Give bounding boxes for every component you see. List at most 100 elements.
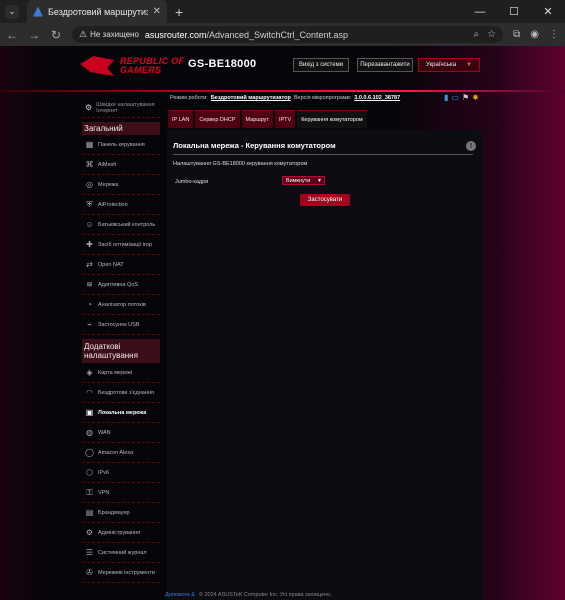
tools-icon: ✇ xyxy=(86,568,93,577)
language-label: Українська xyxy=(426,62,457,68)
sidebar-item-admin[interactable]: ⚙ Адміністрування xyxy=(82,523,160,543)
nat-icon: ⇄ xyxy=(86,260,93,269)
sidebar-item-shield[interactable]: ⛨ AiProtection xyxy=(82,195,160,215)
sidebar-item-ipv6[interactable]: ⬡ IPv6 xyxy=(82,463,160,483)
url-input[interactable]: ⚠ Не захищено asusrouter.com/Advanced_Sw… xyxy=(72,26,504,43)
sidebar-item-label: Карта мережі xyxy=(98,369,133,376)
usb-status-icon[interactable]: ▮ xyxy=(444,93,448,102)
sidebar-item-qos[interactable]: ≋ Адаптивна QoS xyxy=(82,275,160,295)
sidebar-item-tools[interactable]: ✇ Мережеві інструменти xyxy=(82,563,160,583)
menu-icon[interactable]: ⋮ xyxy=(549,29,559,40)
rog-logo[interactable]: REPUBLIC OF GAMERS xyxy=(80,56,184,76)
window-close-icon[interactable]: ✕ xyxy=(531,0,565,23)
sidebar-item-map[interactable]: ◈ Карта мережі xyxy=(82,363,160,383)
browser-titlebar: ⌄ Бездротовий маршрутизатор ✕ + — ☐ ✕ xyxy=(0,0,565,23)
help-icon[interactable]: ! xyxy=(466,141,476,151)
minimize-icon[interactable]: — xyxy=(463,0,497,23)
browser-tab[interactable]: Бездротовий маршрутизатор ✕ xyxy=(27,0,167,23)
brand-line2: GAMERS xyxy=(120,65,162,75)
security-indicator[interactable]: ⚠ Не захищено xyxy=(79,29,139,40)
close-tab-icon[interactable]: ✕ xyxy=(153,6,161,17)
copyright: © 2024 ASUSTeK Computer Inc. Усі права з… xyxy=(198,592,332,598)
sidebar-item-dashboard[interactable]: ▦ Панель керування xyxy=(82,135,160,155)
sidebar-item-network[interactable]: ◎ Мережа xyxy=(82,175,160,195)
not-secure-label: Не захищено xyxy=(90,30,139,39)
sidebar-item-aimesh[interactable]: ⌘ AiMesh xyxy=(82,155,160,175)
notification-icon[interactable]: ✸ xyxy=(472,93,479,102)
sidebar-item-label: AiProtection xyxy=(98,201,128,208)
profile-icon[interactable]: ◉ xyxy=(530,29,539,40)
sidebar-item-lan[interactable]: ▣ Локальна мережа xyxy=(82,403,160,423)
sidebar-item-label: Застосунок USB xyxy=(98,321,140,328)
sidebar-item-label: Адаптивна QoS xyxy=(98,281,139,288)
sidebar-item-gamepad[interactable]: ✚ Засіб оптимізації ігор xyxy=(82,235,160,255)
tab-strip: IP LAN Сервер DHCP Маршрут IPTV Керування ко… xyxy=(168,110,367,128)
client-status-icon[interactable]: ⚑ xyxy=(462,93,469,102)
language-select[interactable]: Українська ▼ xyxy=(418,58,480,72)
model-name: GS-BE18000 xyxy=(188,58,257,70)
maximize-icon[interactable]: ☐ xyxy=(497,0,531,23)
wan-status-icon[interactable]: ▭ xyxy=(451,93,459,102)
mode-link[interactable]: Бездротовий маршрутизатор xyxy=(211,95,291,101)
aimesh-icon: ⌘ xyxy=(85,160,94,169)
tab-3[interactable]: Маршрут xyxy=(241,110,273,128)
sidebar-item-label: Батьківський контроль xyxy=(98,221,156,228)
new-tab-icon[interactable]: + xyxy=(175,4,183,20)
sidebar: ⚙ Швидке налаштування Інтернет Загальний… xyxy=(82,98,160,583)
bookmark-star-icon[interactable]: ☆ xyxy=(487,29,496,40)
chevron-down-icon: ▼ xyxy=(317,177,322,184)
help-link[interactable]: Допомога & xyxy=(165,592,195,598)
sidebar-item-label: Локальна мережа xyxy=(98,409,147,416)
sidebar-item-label: WAN xyxy=(98,429,111,436)
content-panel: Локальна мережа - Керування комутатором … xyxy=(167,130,482,600)
sidebar-item-label: Open NAT xyxy=(98,261,124,268)
sidebar-item-label: Засіб оптимізації ігор xyxy=(98,241,152,248)
log-icon: ☰ xyxy=(85,548,94,557)
quick-setup-label: Швидке налаштування Інтернет xyxy=(96,101,155,114)
sidebar-item-analyzer[interactable]: ◔ Аналізатор потоків xyxy=(82,295,160,315)
tab-5[interactable]: Керування комутатором xyxy=(297,110,367,128)
sidebar-item-firewall[interactable]: ▤ Брандмауер xyxy=(82,503,160,523)
extensions-icon[interactable]: ⧉ xyxy=(513,29,520,40)
forward-icon[interactable]: → xyxy=(28,28,40,42)
sidebar-item-alexa[interactable]: ◯ Amazon Alexa xyxy=(82,443,160,463)
sidebar-item-label: Аналізатор потоків xyxy=(98,301,146,308)
firmware-link[interactable]: 3.0.0.6.102_38787 xyxy=(354,95,400,101)
reload-icon[interactable]: ↻ xyxy=(50,28,62,42)
sidebar-item-usb[interactable]: ⌁ Застосунок USB xyxy=(82,315,160,335)
sidebar-item-vpn[interactable]: ⚿ VPN xyxy=(82,483,160,503)
sidebar-item-nat[interactable]: ⇄ Open NAT xyxy=(82,255,160,275)
translate-icon[interactable]: ⌕ xyxy=(474,29,480,40)
sidebar-item-log[interactable]: ☰ Системний журнал xyxy=(82,543,160,563)
sidebar-item-label: Бездротове з'єднання xyxy=(98,389,154,396)
sidebar-item-label: AiMesh xyxy=(98,161,117,168)
url-domain: asusrouter.com xyxy=(144,29,207,40)
sidebar-item-wireless[interactable]: ◠ Бездротове з'єднання xyxy=(82,383,160,403)
rog-eye-icon xyxy=(80,56,114,76)
back-icon[interactable]: ← xyxy=(6,28,18,42)
tab-search-icon[interactable]: ⌄ xyxy=(5,4,19,19)
reboot-button[interactable]: Перезавантажити xyxy=(357,58,413,72)
sidebar-item-label: Мережа xyxy=(98,181,119,188)
router-page: REPUBLIC OF GAMERS GS-BE18000 Вихід з си… xyxy=(0,46,565,600)
tab-4[interactable]: IPTV xyxy=(274,110,296,128)
url-text: asusrouter.com/Advanced_SwitchCtrl_Conte… xyxy=(145,30,348,40)
sidebar-item-label: Адміністрування xyxy=(98,529,141,536)
apply-button[interactable]: Застосувати xyxy=(300,194,350,206)
network-icon: ◎ xyxy=(86,180,93,189)
sidebar-item-label: IPv6 xyxy=(98,469,110,476)
sidebar-item-parental[interactable]: ☺ Батьківський контроль xyxy=(82,215,160,235)
chevron-down-icon: ▼ xyxy=(466,62,472,68)
section-general-title: Загальний xyxy=(82,122,160,135)
sidebar-item-label: Брандмауер xyxy=(98,509,130,516)
shield-icon: ⛨ xyxy=(86,199,93,209)
quick-setup-link[interactable]: ⚙ Швидке налаштування Інтернет xyxy=(82,98,160,118)
lan-icon: ▣ xyxy=(85,408,94,417)
tab-2[interactable]: Сервер DHCP xyxy=(195,110,240,128)
logout-button[interactable]: Вихід з системи xyxy=(293,58,349,72)
sidebar-item-wan[interactable]: ◍ WAN xyxy=(82,423,160,443)
map-icon: ◈ xyxy=(86,368,93,377)
jumbo-frames-select[interactable]: Вимкнути ▼ xyxy=(282,176,325,185)
jumbo-frames-label: Jumbo-кадри xyxy=(175,179,209,185)
tab-1[interactable]: IP LAN xyxy=(168,110,194,128)
